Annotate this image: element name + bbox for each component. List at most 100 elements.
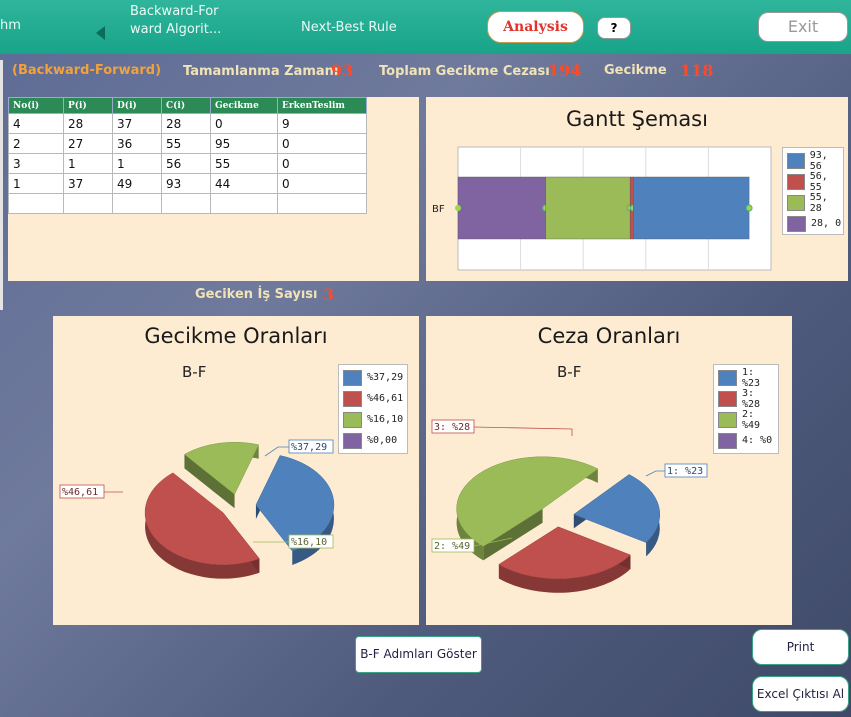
table-cell[interactable]: 0 — [277, 153, 367, 174]
table-cell[interactable]: 37 — [63, 173, 113, 194]
column-header[interactable]: P(i) — [63, 97, 113, 114]
pie-leader-line — [473, 426, 573, 436]
nav-item-next-best-rule[interactable]: Next-Best Rule — [301, 20, 397, 35]
legend-swatch — [343, 390, 362, 407]
table-cell[interactable]: 1 — [8, 173, 64, 194]
legend-label: 1: %23 — [741, 366, 761, 389]
gantt-bar — [457, 176, 546, 240]
table-cell[interactable]: 55 — [161, 133, 211, 154]
table-cell[interactable]: 49 — [112, 173, 162, 194]
legend-entry: 93, 56 — [783, 149, 843, 172]
column-header[interactable]: No(i) — [8, 97, 64, 114]
table-row[interactable]: 3 1 1 56 55 0 — [8, 153, 367, 174]
nav-item-backward-forward[interactable]: Backward-For ward Algorit... — [130, 3, 240, 39]
table-row[interactable] — [8, 193, 367, 214]
legend-swatch — [718, 411, 737, 428]
completion-time-value: 93 — [331, 61, 354, 80]
job-table: No(i) P(i) D(i) C(i) Gecikme ErkenTeslim 4 28 3… — [8, 97, 367, 214]
legend-entry: 2: %49 — [714, 408, 778, 431]
table-cell[interactable]: 27 — [63, 133, 113, 154]
table-cell[interactable]: 1 — [112, 153, 162, 174]
table-cell[interactable] — [8, 193, 64, 214]
gantt-panel: Gantt Şeması BF 93, 56 56, 55 55, 28 28, 0 — [426, 97, 848, 281]
table-cell[interactable]: 9 — [277, 113, 367, 134]
print-button[interactable]: Print — [752, 629, 849, 665]
show-bf-steps-button[interactable]: B-F Adımları Göster — [355, 636, 482, 673]
table-body: 4 28 37 28 0 9 2 27 36 55 95 0 3 1 1 56 55 0 1 37 49 93 44 0 — [8, 113, 367, 214]
table-cell[interactable]: 1 — [63, 153, 113, 174]
legend-swatch — [718, 369, 737, 386]
analysis-button[interactable]: Analysis — [487, 11, 584, 43]
total-penalty-value: 194 — [548, 61, 582, 80]
delay-ratio-panel: Gecikme Oranları B-F %37,29 %46,61 %16,10 … — [53, 316, 419, 625]
left-edge-divider — [0, 60, 3, 310]
legend-label: 93, 56 — [809, 149, 828, 172]
legend-label: 2: %49 — [741, 408, 761, 431]
late-job-count-label: Geciken İş Sayısı — [195, 287, 318, 302]
pie-data-label: %37,29 — [291, 442, 327, 453]
column-header[interactable]: D(i) — [112, 97, 162, 114]
nav-item-partial[interactable]: hm — [0, 18, 21, 33]
table-cell[interactable] — [112, 193, 162, 214]
legend-entry: 28, 0 — [783, 213, 843, 234]
pie-slice — [456, 456, 599, 547]
penalty-ratio-panel: Ceza Oranları B-F 1: %23 3: %28 2: %49 1: … — [426, 316, 792, 625]
table-cell[interactable]: 4 — [8, 113, 64, 134]
legend-entry: 1: %23 — [714, 366, 778, 389]
table-cell[interactable]: 28 — [63, 113, 113, 134]
table-cell[interactable]: 93 — [161, 173, 211, 194]
delay-value: 118 — [680, 61, 714, 80]
table-cell[interactable] — [161, 193, 211, 214]
gantt-marker — [745, 204, 753, 212]
table-row[interactable]: 2 27 36 55 95 0 — [8, 133, 367, 154]
table-cell[interactable]: 44 — [210, 173, 278, 194]
legend-label: %46,61 — [367, 393, 404, 404]
table-cell[interactable]: 2 — [8, 133, 64, 154]
legend-label: %0,00 — [367, 435, 398, 446]
nav-arrow-icon — [96, 26, 105, 40]
table-cell[interactable]: 36 — [112, 133, 162, 154]
table-cell[interactable] — [63, 193, 113, 214]
table-row[interactable]: 1 37 49 93 44 0 — [8, 173, 367, 194]
legend-entry: %16,10 — [339, 409, 407, 430]
legend-label: 56, 55 — [809, 170, 828, 193]
legend-entry: 55, 28 — [783, 191, 843, 214]
legend-swatch — [343, 369, 362, 386]
legend-label: 4: %0 — [742, 435, 773, 446]
pie-data-label: %16,10 — [291, 537, 327, 548]
legend-label: %16,10 — [367, 414, 404, 425]
table-cell[interactable]: 37 — [112, 113, 162, 134]
legend-label: 55, 28 — [809, 191, 828, 214]
gantt-legend: 93, 56 56, 55 55, 28 28, 0 — [782, 147, 844, 235]
table-cell[interactable]: 0 — [277, 133, 367, 154]
export-excel-button[interactable]: Excel Çıktısı Al — [752, 676, 849, 712]
legend-entry: 56, 55 — [783, 170, 843, 193]
legend-entry: %37,29 — [339, 367, 407, 388]
table-row[interactable]: 4 28 37 28 0 9 — [8, 113, 367, 134]
pie-data-label: 3: %28 — [434, 422, 470, 433]
table-cell[interactable] — [210, 193, 278, 214]
table-cell[interactable]: 56 — [161, 153, 211, 174]
column-header[interactable]: ErkenTeslim — [277, 97, 367, 114]
column-header[interactable]: Gecikme — [210, 97, 278, 114]
legend-entry: 3: %28 — [714, 388, 778, 410]
late-job-count-value: 3 — [323, 285, 335, 304]
table-cell[interactable]: 0 — [210, 113, 278, 134]
table-cell[interactable]: 55 — [210, 153, 278, 174]
table-cell[interactable]: 28 — [161, 113, 211, 134]
exit-button[interactable]: Exit — [758, 12, 848, 42]
table-cell[interactable]: 3 — [8, 153, 64, 174]
help-button[interactable]: ? — [597, 17, 631, 39]
penalty-ratio-pie: 1: %23 3: %28 2: %49 — [431, 419, 708, 593]
column-header[interactable]: C(i) — [161, 97, 211, 114]
legend-swatch — [718, 390, 737, 407]
table-cell[interactable]: 0 — [277, 173, 367, 194]
table-cell[interactable]: 95 — [210, 133, 278, 154]
top-navigation-bar: hm Backward-For ward Algorit... Next-Bes… — [0, 0, 851, 54]
table-cell[interactable] — [277, 193, 367, 214]
penalty-ratio-legend: 1: %23 3: %28 2: %49 4: %0 — [713, 364, 779, 454]
pie-data-label: %46,61 — [62, 487, 98, 498]
legend-entry: %0,00 — [339, 430, 407, 451]
delay-label: Gecikme — [604, 63, 667, 78]
pie-leader-line — [264, 446, 289, 457]
